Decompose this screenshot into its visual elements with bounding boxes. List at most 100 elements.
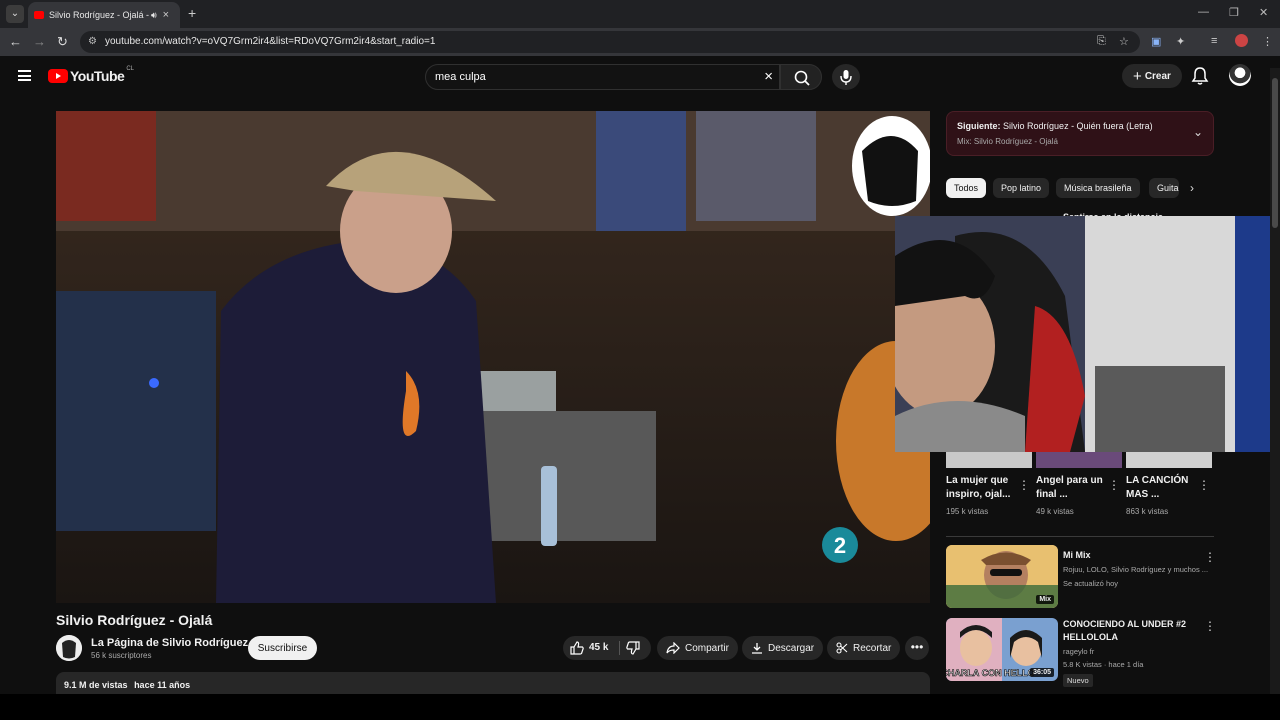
new-tab-icon[interactable]: + xyxy=(188,5,196,21)
scissors-icon xyxy=(836,642,848,654)
more-vertical-icon[interactable]: ⋮ xyxy=(1018,478,1030,492)
channel-avatar[interactable] xyxy=(56,635,82,661)
new-badge: Nuevo xyxy=(1063,674,1093,687)
download-icon xyxy=(752,643,762,654)
next-mix-name: Mix: Silvio Rodríguez - Ojalá xyxy=(957,137,1058,146)
forward-icon[interactable]: → xyxy=(33,34,46,49)
speaker-icon[interactable]: 🔊︎ xyxy=(151,10,157,21)
shelf-thumbnail[interactable] xyxy=(1036,452,1122,468)
shelf-item-views: 49 k vistas xyxy=(1036,507,1074,516)
more-vertical-icon[interactable]: ⋮ xyxy=(1204,550,1216,564)
shelf-item-title[interactable]: Angel para un final ... xyxy=(1036,474,1108,502)
recommendation-thumbnail[interactable]: Mix xyxy=(946,545,1058,608)
channel-name[interactable]: La Página de Silvio Rodríguez xyxy=(91,637,248,649)
thumbnail-caption: CHARLA CON HELLO xyxy=(946,668,1035,678)
next-up-line: Siguiente: Silvio Rodríguez - Quién fuer… xyxy=(957,121,1153,131)
youtube-play-icon xyxy=(48,69,68,83)
hamburger-icon[interactable] xyxy=(18,70,31,81)
chip-guitarra[interactable]: Guita xyxy=(1149,178,1179,198)
channel-logo-icon xyxy=(56,635,82,661)
bookmark-star-icon[interactable]: ☆ xyxy=(1119,35,1129,48)
thumbs-up-icon[interactable] xyxy=(570,641,584,655)
chevron-down-icon[interactable]: ⌄ xyxy=(1193,125,1203,139)
like-count[interactable]: 45 k xyxy=(589,642,608,653)
window-close-icon[interactable]: ✕ xyxy=(1259,6,1268,19)
playlist-next-panel[interactable]: Siguiente: Silvio Rodríguez - Quién fuer… xyxy=(946,111,1214,156)
video-player[interactable]: 2 xyxy=(56,111,930,603)
recommendation-title[interactable]: Mi Mix xyxy=(1063,549,1203,562)
install-app-icon[interactable]: ⎘ xyxy=(1097,35,1106,48)
minimize-icon[interactable]: — xyxy=(1198,6,1209,18)
more-vertical-icon[interactable]: ⋮ xyxy=(1108,478,1120,492)
page-scrollbar[interactable] xyxy=(1270,68,1280,694)
chip-pop-latino[interactable]: Pop latino xyxy=(993,178,1050,198)
download-button[interactable]: Descargar xyxy=(742,636,824,660)
next-prefix: Siguiente: xyxy=(957,121,1001,131)
shelf-item-title[interactable]: La mujer que inspiro, ojal... xyxy=(946,474,1018,502)
chip-todos[interactable]: Todos xyxy=(946,178,987,198)
share-icon xyxy=(666,642,680,654)
view-count: 9.1 M de vistas xyxy=(64,680,128,690)
browser-tab[interactable]: Silvio Rodríguez - Ojalá - YouTube 🔊︎ × xyxy=(28,2,180,28)
section-divider xyxy=(946,536,1214,537)
chrome-menu-icon[interactable]: ⋮ xyxy=(1262,35,1273,48)
create-label: Crear xyxy=(1144,70,1171,82)
media-queue-icon[interactable]: ≡ xyxy=(1211,35,1217,47)
omnibox[interactable]: ⚙︎ youtube.com/watch?v=oVQ7Grm2ir4&list=… xyxy=(80,31,1140,53)
youtube-logo[interactable]: YouTube CL xyxy=(48,66,134,84)
recommendation-thumbnail[interactable]: CHARLA CON HELLO 36:05 xyxy=(946,618,1058,681)
youtube-header: YouTube CL mea culpa × + Crear xyxy=(0,56,1280,98)
chevron-right-icon[interactable]: › xyxy=(1190,181,1194,195)
recommendation-channel: Rojuu, LOLO, Silvio Rodríguez y muchos .… xyxy=(1063,565,1209,574)
shelf-thumbnail[interactable] xyxy=(1126,452,1212,468)
url-text[interactable]: youtube.com/watch?v=oVQ7Grm2ir4&list=RDo… xyxy=(105,36,435,47)
chip-musica-brasilena[interactable]: Música brasileña xyxy=(1056,178,1140,198)
create-button[interactable]: + Crear xyxy=(1122,64,1182,88)
tab-search-icon[interactable]: ⌄ xyxy=(6,5,24,23)
share-label: Compartir xyxy=(685,642,729,654)
extensions-icon[interactable]: ✦ xyxy=(1176,35,1185,48)
account-avatar[interactable] xyxy=(1229,64,1251,86)
country-code: CL xyxy=(126,66,134,72)
scrollbar-thumb[interactable] xyxy=(1272,78,1278,228)
subscribe-button[interactable]: Suscribirse xyxy=(248,636,317,660)
webcam-image xyxy=(895,216,1280,452)
notifications-button[interactable] xyxy=(1191,66,1209,91)
voice-search-button[interactable] xyxy=(832,64,860,90)
search-query[interactable]: mea culpa xyxy=(435,71,486,83)
close-tab-icon[interactable]: × xyxy=(163,9,169,21)
duration-badge: 36:05 xyxy=(1030,668,1054,677)
translate-icon[interactable]: ▣ xyxy=(1151,35,1161,48)
more-actions-button[interactable]: ••• xyxy=(905,636,929,660)
video-title: Silvio Rodríguez - Ojalá xyxy=(56,612,213,628)
taskbar xyxy=(0,694,1280,720)
recommendation-meta: Se actualizó hoy xyxy=(1063,579,1119,588)
upload-age: hace 11 años xyxy=(134,680,191,690)
shelf-item-title[interactable]: LA CANCIÓN MAS ... xyxy=(1126,474,1198,502)
description-box[interactable]: 9.1 M de vistas hace 11 años xyxy=(56,672,930,696)
clear-search-icon[interactable]: × xyxy=(764,68,773,85)
more-vertical-icon[interactable]: ⋮ xyxy=(1204,619,1216,633)
subscriber-count: 56 k suscriptores xyxy=(91,651,152,660)
shelf-item-views: 863 k vistas xyxy=(1126,507,1169,516)
plus-icon: + xyxy=(1133,67,1142,85)
maximize-icon[interactable]: ❐ xyxy=(1229,6,1239,19)
more-vertical-icon[interactable]: ⋮ xyxy=(1198,478,1210,492)
recommendation-title[interactable]: CONOCIENDO AL UNDER #2 HELLOLOLA xyxy=(1063,618,1203,644)
profile-icon[interactable] xyxy=(1235,34,1248,47)
clip-button[interactable]: Recortar xyxy=(827,636,901,660)
mix-badge: Mix xyxy=(1036,595,1054,604)
clip-label: Recortar xyxy=(853,642,892,654)
shelf-thumbnail[interactable] xyxy=(946,452,1032,468)
search-icon xyxy=(794,70,810,86)
thumbs-down-icon[interactable] xyxy=(626,641,640,655)
reload-icon[interactable]: ↻ xyxy=(57,34,68,50)
logo-text: YouTube xyxy=(70,68,125,84)
site-info-icon[interactable]: ⚙︎ xyxy=(88,36,97,47)
youtube-favicon-icon xyxy=(34,11,44,19)
search-button[interactable] xyxy=(780,64,822,90)
search-input[interactable]: mea culpa × xyxy=(425,64,780,90)
browser-tab-bar: ⌄ Silvio Rodríguez - Ojalá - YouTube 🔊︎ … xyxy=(0,0,1280,28)
back-icon[interactable]: ← xyxy=(9,34,22,49)
share-button[interactable]: Compartir xyxy=(657,636,738,660)
